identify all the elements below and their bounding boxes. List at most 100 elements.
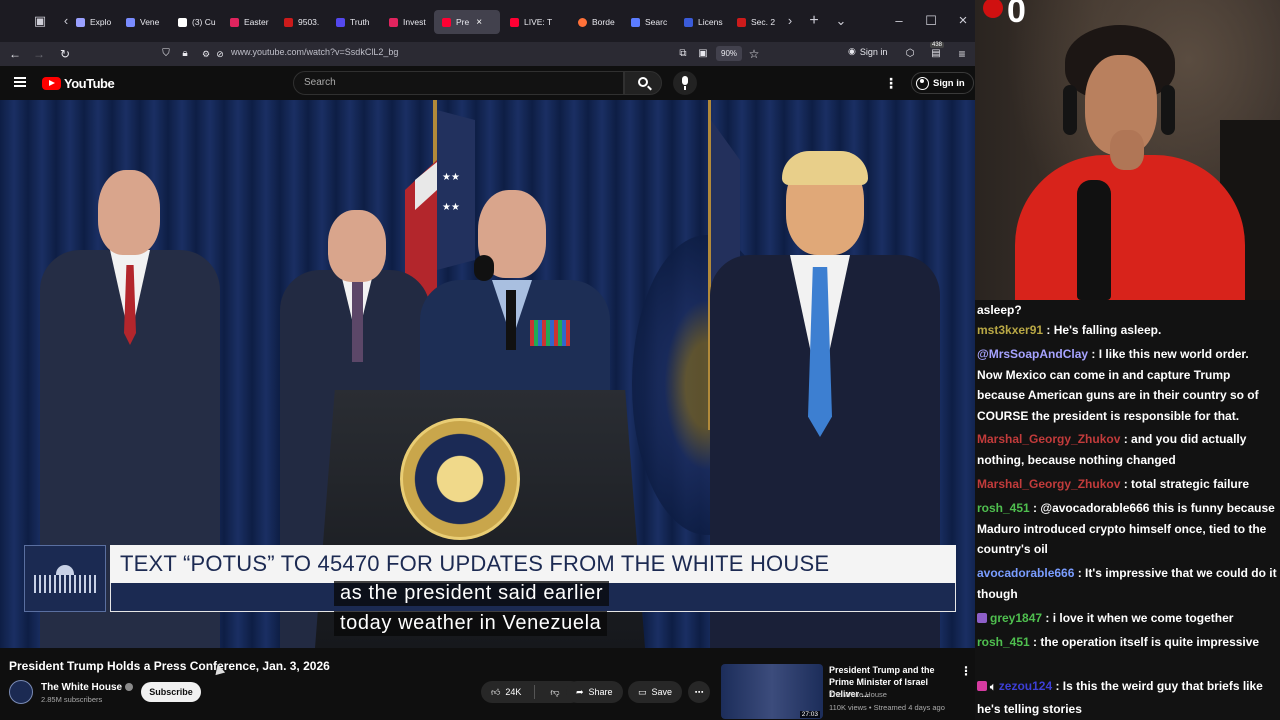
- streamer-hand: [1110, 130, 1144, 170]
- browser-sign-in[interactable]: ◉ Sign in: [848, 46, 887, 57]
- recommended-channel[interactable]: The White House: [829, 690, 887, 699]
- tab-label: Easter: [244, 17, 269, 27]
- tab-12[interactable]: Licens: [684, 10, 723, 34]
- scroll-tabs-right-icon[interactable]: ›: [782, 13, 798, 29]
- channel-name[interactable]: The White House: [41, 682, 134, 693]
- chat-username[interactable]: Marshal_Georgy_Zhukov: [977, 432, 1120, 446]
- tab-13[interactable]: Sec. 2: [737, 10, 775, 34]
- browser-sign-in-label: Sign in: [859, 46, 888, 57]
- tab-label: Truth: [350, 17, 370, 27]
- tab-label: Sec. 2: [751, 17, 776, 27]
- video-info: President Trump Holds a Press Conference…: [0, 648, 975, 720]
- youtube-logo[interactable]: YouTube: [42, 76, 115, 91]
- camera-off-icon[interactable]: ⊘: [212, 45, 228, 63]
- chat-username[interactable]: zezou124: [999, 679, 1052, 693]
- svg-text:★★: ★★: [442, 172, 460, 183]
- close-window-icon[interactable]: ×: [955, 13, 971, 29]
- bookmark-star-icon[interactable]: ☆: [746, 45, 762, 63]
- youtube-sign-in-button[interactable]: Sign in: [911, 72, 974, 94]
- tab-11[interactable]: Searc: [631, 10, 667, 34]
- chat-badge-icon: [977, 613, 987, 623]
- channel-name-label: The White House: [41, 682, 123, 693]
- reload-icon[interactable]: ↻: [57, 45, 73, 63]
- chat-username[interactable]: @MrsSoapAndClay: [977, 347, 1088, 361]
- url-field[interactable]: www.youtube.com/watch?v=SsdkClL2_bg: [231, 47, 398, 57]
- tab-favicon-icon: [737, 17, 746, 27]
- chat-username[interactable]: avocadorable666: [977, 566, 1074, 580]
- tab-label: Vene: [140, 17, 160, 27]
- chat-message: mst3kxer91 : He's falling asleep.: [977, 320, 1277, 341]
- like-button[interactable]: 👍︎ 24K: [481, 681, 529, 703]
- tab-10[interactable]: Borde: [578, 10, 615, 34]
- scroll-tabs-left-icon[interactable]: ‹: [58, 13, 74, 29]
- tab-3[interactable]: (3) Cu: [178, 10, 216, 34]
- minimize-icon[interactable]: –: [891, 13, 907, 29]
- screenshot-icon[interactable]: ⧉: [675, 45, 691, 63]
- more-actions-button[interactable]: ⋯: [688, 681, 710, 703]
- video-player[interactable]: ★★ ★★ TEXT “POTUS” TO 45470 FOR UPDATES …: [0, 100, 975, 648]
- guide-menu-icon[interactable]: [14, 77, 26, 87]
- tab-bar: ▣ ‹ Explo Vene (3) Cu Easter 9503. Truth…: [0, 0, 975, 42]
- chat-username[interactable]: mst3kxer91: [977, 323, 1043, 337]
- tab-5[interactable]: 9503.: [284, 10, 319, 34]
- white-house-icon: [34, 564, 96, 593]
- chat-text: : the operation itself is quite impressi…: [1029, 635, 1260, 649]
- live-chat: asleep? mst3kxer91 : He's falling asleep.…: [975, 300, 1280, 720]
- chat-message: 🔈︎ zezou124 : Is this the weird guy that…: [977, 676, 1277, 719]
- zoom-level[interactable]: 90%: [716, 46, 743, 61]
- presidential-seal: [400, 418, 520, 540]
- voice-search-button[interactable]: [673, 71, 697, 95]
- chat-message: grey1847 : i love it when we come togeth…: [977, 608, 1277, 629]
- tab-favicon-icon: [389, 17, 398, 27]
- channel-avatar[interactable]: [9, 680, 33, 704]
- chevron-down-icon[interactable]: ⌄: [833, 13, 849, 29]
- account-icon: ◉: [848, 46, 856, 56]
- back-icon[interactable]: ←: [7, 45, 23, 63]
- chat-username[interactable]: rosh_451: [977, 635, 1030, 649]
- youtube-masthead: YouTube Search ⋮ Sign in: [0, 66, 975, 100]
- svg-text:★★: ★★: [442, 202, 460, 213]
- extensions-icon[interactable]: ⬡: [902, 45, 918, 63]
- hamburger-menu-icon[interactable]: ≡: [954, 45, 970, 63]
- tab-favicon-icon: [684, 17, 693, 27]
- chat-message: Marshal_Georgy_Zhukov : total strategic …: [977, 474, 1277, 495]
- chat-username[interactable]: rosh_451: [977, 501, 1030, 515]
- tab-favicon-icon: [126, 17, 135, 27]
- youtube-favicon-icon: [442, 17, 451, 27]
- search-input[interactable]: Search: [293, 71, 624, 95]
- search-button[interactable]: [624, 71, 662, 95]
- like-divider: [534, 685, 536, 699]
- settings-kebab-icon[interactable]: ⋮: [884, 76, 898, 90]
- streamer-shirt: [1015, 155, 1245, 300]
- caption-line-2: today weather in Venezuela: [334, 611, 608, 636]
- new-tab-icon[interactable]: +: [806, 13, 822, 29]
- close-tab-icon[interactable]: ×: [476, 17, 482, 28]
- thumbs-down-icon: 👎︎: [550, 686, 560, 697]
- share-button[interactable]: ➦ Share: [566, 681, 623, 703]
- tab-7[interactable]: Invest: [389, 10, 426, 34]
- chat-username[interactable]: Marshal_Georgy_Zhukov: [977, 477, 1120, 491]
- tab-2[interactable]: Vene: [126, 10, 159, 34]
- pocket-icon[interactable]: ▣: [695, 45, 711, 63]
- save-button[interactable]: ▭ Save: [628, 681, 683, 703]
- forward-icon[interactable]: →: [31, 45, 47, 63]
- chat-username[interactable]: grey1847: [990, 611, 1042, 625]
- save-label: Save: [651, 687, 673, 697]
- tab-9[interactable]: LIVE: T: [510, 10, 552, 34]
- dislike-button[interactable]: 👎︎: [540, 681, 567, 703]
- tab-list-icon[interactable]: ▣: [32, 13, 48, 29]
- tab-active-youtube[interactable]: Pre ×: [434, 10, 500, 34]
- lock-icon[interactable]: 🔒︎: [177, 45, 193, 63]
- headphones-icon: [1063, 85, 1077, 135]
- tab-1[interactable]: Explo: [76, 10, 111, 34]
- tab-6[interactable]: Truth: [336, 10, 370, 34]
- recommended-thumbnail[interactable]: 27:03: [721, 664, 823, 719]
- recommended-menu-icon[interactable]: ⋮: [960, 664, 972, 678]
- caption-line-1: as the president said earlier: [334, 581, 610, 606]
- subscribe-button[interactable]: Subscribe: [141, 682, 201, 702]
- chat-text: : total strategic failure: [1120, 477, 1250, 491]
- shield-icon[interactable]: ⛉: [158, 45, 174, 63]
- maximize-icon[interactable]: ☐: [923, 13, 939, 29]
- tab-4[interactable]: Easter: [230, 10, 269, 34]
- tab-favicon-icon: [336, 17, 345, 27]
